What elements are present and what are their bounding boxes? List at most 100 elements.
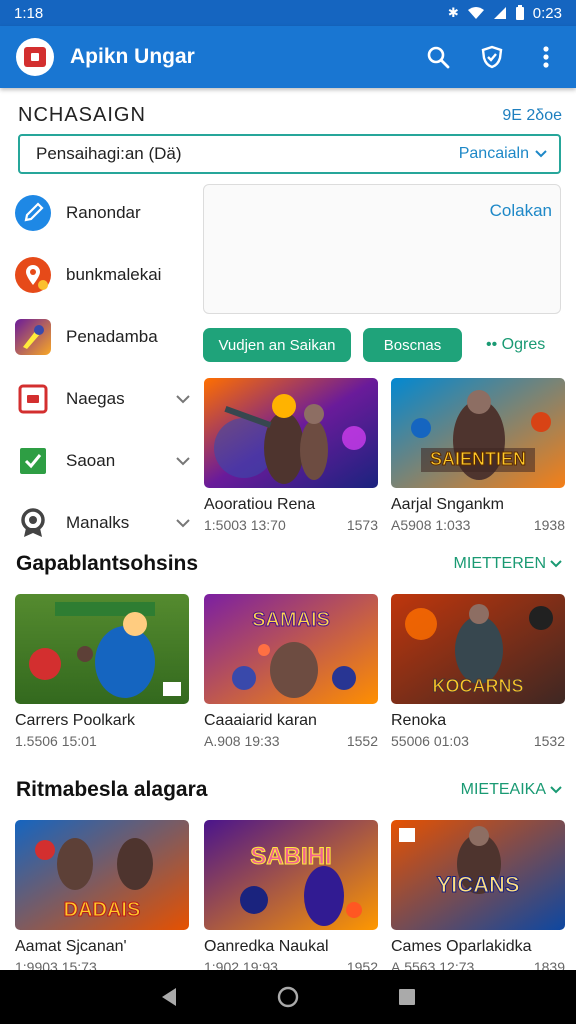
game-card[interactable]: KOCARNS Renoka 55006 01:03 1532 [391,594,565,749]
game-thumbnail: SABIHI [204,820,378,930]
card-meta-right: 1532 [533,733,565,749]
card-title: Carrers Poolkark [15,712,136,729]
primary-chip-button[interactable]: Vudjen an Saikan [203,328,351,362]
card-title: Aooratiou Rena [204,496,316,513]
card-meta-left: 1:5003 13:70 [204,517,286,533]
sidebar-item-ranondar[interactable]: Ranondar [14,182,192,244]
game-thumbnail [204,378,378,488]
shield-button[interactable] [478,43,506,71]
badge-icon [14,504,52,542]
bluetooth-icon: ✱ [447,5,459,20]
see-more-link[interactable]: MIETEAIKA [461,781,562,799]
more-vert-icon [543,46,549,68]
game-card[interactable]: YICANS Cames Oparlakidka A.5563 12:73 18… [391,820,565,975]
game-card[interactable]: SABIHI Oanredka Naukal 1:902 19:93 1952 [204,820,378,975]
thumbnail-text: SAIENTIEN [430,449,526,469]
sidebar-item-label: Penadamba [66,327,158,346]
recents-button[interactable] [392,982,422,1012]
game-thumbnail: SAMAIS [204,594,378,704]
card-meta: 1.5506 15:01 [15,733,189,749]
thumbnail-text: YICANS [436,872,519,897]
app-bar: Apikn Ungar [0,26,576,88]
card-meta-left: A.908 19:33 [204,733,280,749]
row-header: Gapablantsohsins MIETTEREN [16,552,562,576]
signal-icon [493,7,506,19]
thumbnail-text: SAMAIS [252,609,330,631]
card-meta-right: 1938 [533,517,565,533]
card-title: Aamat Sjcanan' [15,938,127,955]
card-meta-left: 1.5506 15:01 [15,733,97,749]
game-thumbnail: YICANS [391,820,565,930]
card-meta-right: 1552 [346,733,378,749]
see-more-label: MIETTEREN [453,555,546,572]
status-icons: ✱ 0:23 [448,5,562,22]
search-dropdown-label: Pancaialn [458,145,529,162]
shield-icon [481,45,503,69]
row-title: Gapablantsohsins [16,552,199,575]
card-title: Cames Oparlakidka [391,938,532,955]
card-title: Aarjal Sngankm [391,496,504,513]
sidebar-item-naegas[interactable]: Naegas [14,368,192,430]
game-card[interactable]: Carrers Poolkark 1.5506 15:01 [15,594,189,749]
system-nav-bar [0,970,576,1024]
game-thumbnail: KOCARNS [391,594,565,704]
game-card[interactable]: SAMAIS Caaaiarid karan A.908 19:33 1552 [204,594,378,749]
row-title: Ritmabesla alagara [16,778,208,801]
chevron-down-icon[interactable] [174,394,192,404]
chevron-down-icon [550,560,562,568]
section-count[interactable]: 9Ε 2δοe [502,107,562,125]
sidebar-item-label: Naegas [66,389,125,408]
search-button[interactable] [424,43,452,71]
card-title: Caaaiarid karan [204,712,317,729]
game-thumbnail: DADAIS [15,820,189,930]
game-card[interactable]: SAIENTIEN Aarjal Sngankm A5908 1:033 193… [391,378,565,533]
recents-icon [398,989,415,1005]
back-icon [162,988,177,1006]
chevron-down-icon[interactable] [174,456,192,466]
card-meta: A5908 1:033 1938 [391,517,565,533]
see-more-label: MIETEAIKA [460,781,546,798]
secondary-chip-button[interactable]: Boscnas [363,328,462,362]
sidebar-item-saoan[interactable]: Saoan [14,430,192,492]
search-dropdown[interactable]: Pancaialn [459,145,547,163]
sidebar-item-label: bunkmalekai [66,265,162,284]
sidebar-item-label: Manalks [66,513,130,532]
card-meta: A.908 19:33 1552 [204,733,378,749]
status-clock: 0:23 [532,4,562,22]
sidebar-item-manalks[interactable]: Manalks [14,492,192,554]
section-title: ΝCΗΑSΑΙGΝ [18,104,146,126]
app-logo [16,38,54,76]
checkbox-icon [14,442,52,480]
status-time: 1:18 [14,4,44,22]
sidebar-item-bunkmalekai[interactable]: bunkmalekai [14,244,192,306]
panel-link[interactable]: Colakan [490,201,552,221]
options-link[interactable]: •• Ogres [486,336,545,354]
chip-row: Vudjen an Saikan Boscnas •• Ogres [203,328,545,362]
card-meta: 55006 01:03 1532 [391,733,565,749]
game-art-icon [14,318,52,356]
battery-icon [515,5,524,20]
game-card[interactable]: DADAIS Aamat Sjcanan' 1:9903 15:73 [15,820,189,975]
chevron-down-icon [550,786,562,794]
more-options-button[interactable] [532,43,560,71]
card-meta-left: A5908 1:033 [391,517,471,533]
search-icon [427,46,450,69]
chevron-down-icon [535,150,547,158]
chevron-down-icon[interactable] [174,518,192,528]
section-header: ΝCΗΑSΑΙGΝ 9Ε 2δοe [18,104,562,127]
game-card[interactable]: Aooratiou Rena 1:5003 13:70 1573 [204,378,378,533]
search-input[interactable]: Pensaihagi:an (Dä) [36,144,182,164]
home-button[interactable] [273,982,303,1012]
back-button[interactable] [154,982,184,1012]
sidebar: Ranondar bunkmalekai Penadamba Naegas Sa… [14,182,192,554]
card-title: Oanredka Naukal [204,938,329,955]
search-bar[interactable]: Pensaihagi:an (Dä) Pancaialn [18,134,561,174]
see-more-link[interactable]: MIETTEREN [454,555,562,573]
app-title: Apikn Ungar [70,45,195,68]
card-title: Renoka [391,712,447,729]
sidebar-item-penadamba[interactable]: Penadamba [14,306,192,368]
thumbnail-text: SABIHI [250,843,331,870]
thumbnail-text: DADAIS [64,899,141,921]
status-bar: 1:18 ✱ 0:23 [0,0,576,26]
card-meta-left: 55006 01:03 [391,733,469,749]
